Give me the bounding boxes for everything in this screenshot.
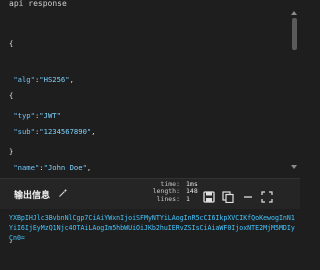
json-value: "John Doe" (43, 163, 87, 172)
scroll-down-arrow-icon[interactable] (291, 165, 297, 169)
output-text[interactable]: YXBpIHJlc3BvbnNlCgp7CiAiYWxnIjoiSFMyNTYi… (9, 213, 298, 243)
scrollbar-thumb[interactable] (292, 18, 297, 50)
stat-label: lines: (156, 194, 180, 203)
response-title: api response (9, 0, 67, 8)
json-brace-open: { (9, 91, 14, 100)
save-icon[interactable] (203, 191, 215, 203)
json-brace-open: { (9, 39, 14, 48)
expand-icon[interactable] (261, 191, 273, 203)
scroll-up-arrow-icon[interactable] (291, 11, 297, 15)
magic-wand-icon[interactable] (58, 188, 68, 198)
minimize-icon[interactable] (242, 191, 254, 203)
output-title: 输出信息 (14, 191, 51, 201)
json-value: "1234567890" (39, 127, 92, 136)
stat-value: 1 (186, 194, 190, 203)
copy-icon[interactable] (222, 191, 234, 203)
json-key: "name" (13, 163, 40, 172)
output-area: YXBpIHJlc3BvbnNlCgp7CiAiYWxnIjoiSFMyNTYi… (0, 209, 300, 243)
response-panel: api response { "alg":"HS256", "typ":"JWT… (0, 0, 300, 244)
output-stats: time: 1ms length: 148 lines: 1 (150, 180, 198, 203)
json-key: "sub" (13, 127, 35, 136)
